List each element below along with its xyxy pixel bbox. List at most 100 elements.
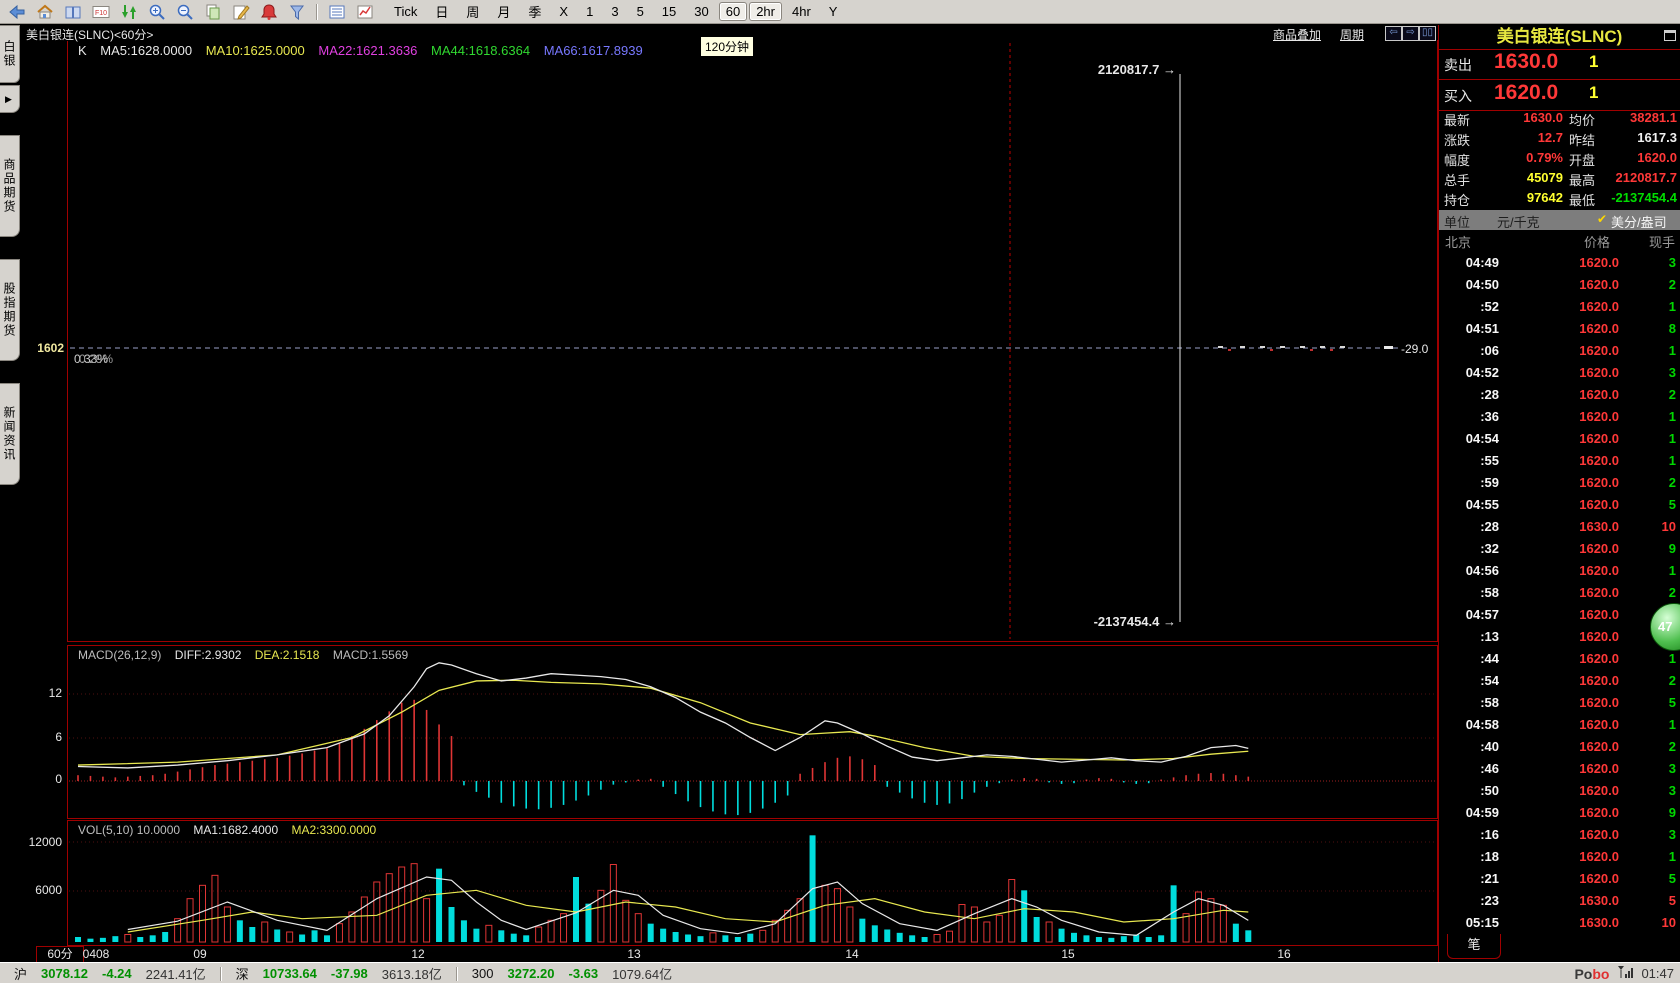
tape-row: 04:551620.05: [1439, 494, 1680, 516]
f10-icon[interactable]: F10: [90, 2, 112, 22]
tape-row: :461620.03: [1439, 758, 1680, 780]
tape-tab-bi[interactable]: 笔: [1447, 934, 1501, 959]
tape-row: :211620.05: [1439, 868, 1680, 890]
macd-ytick-12: 12: [40, 686, 62, 700]
main-pct-garbled-label: 0.33% 0.29%: [74, 352, 108, 366]
tape-row: :161620.03: [1439, 824, 1680, 846]
tape-row: :321620.09: [1439, 538, 1680, 560]
period-button-Tick[interactable]: Tick: [386, 3, 425, 20]
zoom-out-icon[interactable]: [174, 2, 196, 22]
period-button-1[interactable]: 1: [578, 3, 601, 20]
left-tab-3[interactable]: 股指期货: [0, 259, 20, 361]
period-link[interactable]: 周期: [1340, 26, 1364, 43]
toolbar-separator: [316, 4, 318, 20]
macd-panel[interactable]: MACD(26,12,9) DIFF:2.9302 DEA:2.1518 MAC…: [67, 645, 1438, 819]
vol-ytick-12000: 12000: [22, 835, 62, 849]
macd-dea-value: DEA:2.1518: [255, 648, 320, 662]
main-chart-panel[interactable]: K MA5:1628.0000 MA10:1625.0000 MA22:1621…: [67, 40, 1438, 642]
period-button-5[interactable]: 5: [629, 3, 652, 20]
tape-row: :541620.02: [1439, 670, 1680, 692]
tape-row: :591620.02: [1439, 472, 1680, 494]
bid-label: 买入: [1444, 86, 1472, 106]
svg-text:2120817.7 →: 2120817.7 →: [1098, 62, 1176, 77]
unit-row: 单位 元/千克 ✔ 美分/盎司: [1439, 210, 1680, 230]
tape-row: 04:561620.01: [1439, 560, 1680, 582]
period-button-3[interactable]: 3: [603, 3, 626, 20]
edit-icon[interactable]: [230, 2, 252, 22]
period-button-15[interactable]: 15: [654, 3, 684, 20]
filter-icon[interactable]: [286, 2, 308, 22]
main-chart-canvas: -29.02120817.7 →-2137454.4 →: [68, 41, 1437, 641]
signal-icon: [1617, 965, 1633, 982]
tape-row: :581620.05: [1439, 692, 1680, 714]
period-button-Y[interactable]: Y: [821, 3, 846, 20]
unit-check-icon[interactable]: ✔: [1597, 212, 1607, 226]
status-bar: 沪3078.12-4.242241.41亿深10733.64-37.983613…: [0, 962, 1680, 983]
tape-row: :441620.01: [1439, 648, 1680, 670]
left-tab-1[interactable]: 白银: [0, 25, 20, 83]
book-icon[interactable]: [62, 2, 84, 22]
vol-label: VOL(5,10) 10.0000: [78, 823, 180, 837]
index-quote-300: 3003272.20-3.631079.64亿: [458, 964, 686, 983]
tape-row: :231630.05: [1439, 890, 1680, 912]
tape-row: :131620.0: [1439, 626, 1680, 648]
quote-grid-row: 总手45079最高2120817.7: [1439, 170, 1680, 190]
period-buttons: Tick日周月季X1351530602hr4hrY: [386, 1, 845, 22]
pane-right-button[interactable]: ⇨: [1402, 26, 1419, 41]
chart-title: 美白银连(SLNC)<60分>: [26, 26, 153, 43]
tape-row: 04:501620.02: [1439, 274, 1680, 296]
quote-list-icon[interactable]: [326, 2, 348, 22]
tape-col-qty: 现手: [1649, 232, 1675, 251]
overlay-link[interactable]: 商品叠加: [1273, 26, 1321, 43]
period-button-周[interactable]: 周: [458, 1, 487, 22]
period-button-30[interactable]: 30: [686, 3, 716, 20]
tape-row: :181620.01: [1439, 846, 1680, 868]
tape-row: 04:571620.0: [1439, 604, 1680, 626]
unit-label: 单位: [1444, 212, 1470, 231]
pane-left-button[interactable]: ⇦: [1385, 26, 1402, 41]
period-tag[interactable]: 60分: [36, 946, 84, 963]
x-tick-15: 15: [1061, 947, 1074, 961]
quote-panel: 美白银连(SLNC) 卖出 1630.0 1 买入 1620.0 1 最新163…: [1438, 25, 1680, 962]
home-icon[interactable]: [34, 2, 56, 22]
bid-row: 买入 1620.0 1: [1439, 80, 1680, 111]
period-button-季[interactable]: 季: [520, 1, 549, 22]
pane-split-button[interactable]: ▯▯: [1419, 26, 1436, 41]
tab-scroll-arrow-icon[interactable]: ▶: [0, 85, 20, 113]
period-button-X[interactable]: X: [551, 3, 576, 20]
tape-row: 04:591620.09: [1439, 802, 1680, 824]
tape-row: :501620.03: [1439, 780, 1680, 802]
refresh-icon[interactable]: [118, 2, 140, 22]
left-tab-2[interactable]: 商品期货: [0, 135, 20, 237]
ma66-value: MA66:1617.8939: [544, 43, 643, 58]
chart-icon[interactable]: [354, 2, 376, 22]
macd-value: MACD:1.5569: [333, 648, 408, 662]
volume-panel[interactable]: VOL(5,10) 10.0000 MA1:1682.4000 MA2:3300…: [67, 820, 1438, 946]
index-quotes: 沪3078.12-4.242241.41亿深10733.64-37.983613…: [0, 964, 686, 983]
trading-app-window: F10 Tick日周月季X1351530602hr4hrY 120分钟 白银▶商…: [0, 0, 1680, 983]
tape-row: 04:541620.01: [1439, 428, 1680, 450]
zoom-in-icon[interactable]: [146, 2, 168, 22]
alarm-icon[interactable]: [258, 2, 280, 22]
k-label: K: [78, 43, 87, 58]
left-tab-4[interactable]: 新闻资讯: [0, 383, 20, 485]
ask-label: 卖出: [1444, 55, 1472, 75]
restore-window-icon[interactable]: [1664, 30, 1676, 41]
period-button-4hr[interactable]: 4hr: [784, 3, 819, 20]
tape-row: :401620.02: [1439, 736, 1680, 758]
period-button-60[interactable]: 60: [719, 2, 747, 21]
period-button-2hr[interactable]: 2hr: [749, 2, 782, 21]
toolbar: F10 Tick日周月季X1351530602hr4hrY: [0, 0, 1680, 24]
vol-ytick-6000: 6000: [22, 883, 62, 897]
svg-text:-29.0: -29.0: [1401, 342, 1429, 356]
x-tick-0408: 0408: [83, 947, 110, 961]
copy-icon[interactable]: [202, 2, 224, 22]
tape-header: 北京 价格 现手: [1439, 232, 1680, 250]
period-button-日[interactable]: 日: [427, 1, 456, 22]
time-and-sales-list[interactable]: 04:491620.0304:501620.02:521620.0104:511…: [1439, 252, 1680, 934]
period-button-月[interactable]: 月: [489, 1, 518, 22]
vol-ma2-value: MA2:3300.0000: [292, 823, 377, 837]
back-icon[interactable]: [6, 2, 28, 22]
tape-row: :581620.02: [1439, 582, 1680, 604]
unit-usd[interactable]: 美分/盎司: [1611, 212, 1667, 231]
